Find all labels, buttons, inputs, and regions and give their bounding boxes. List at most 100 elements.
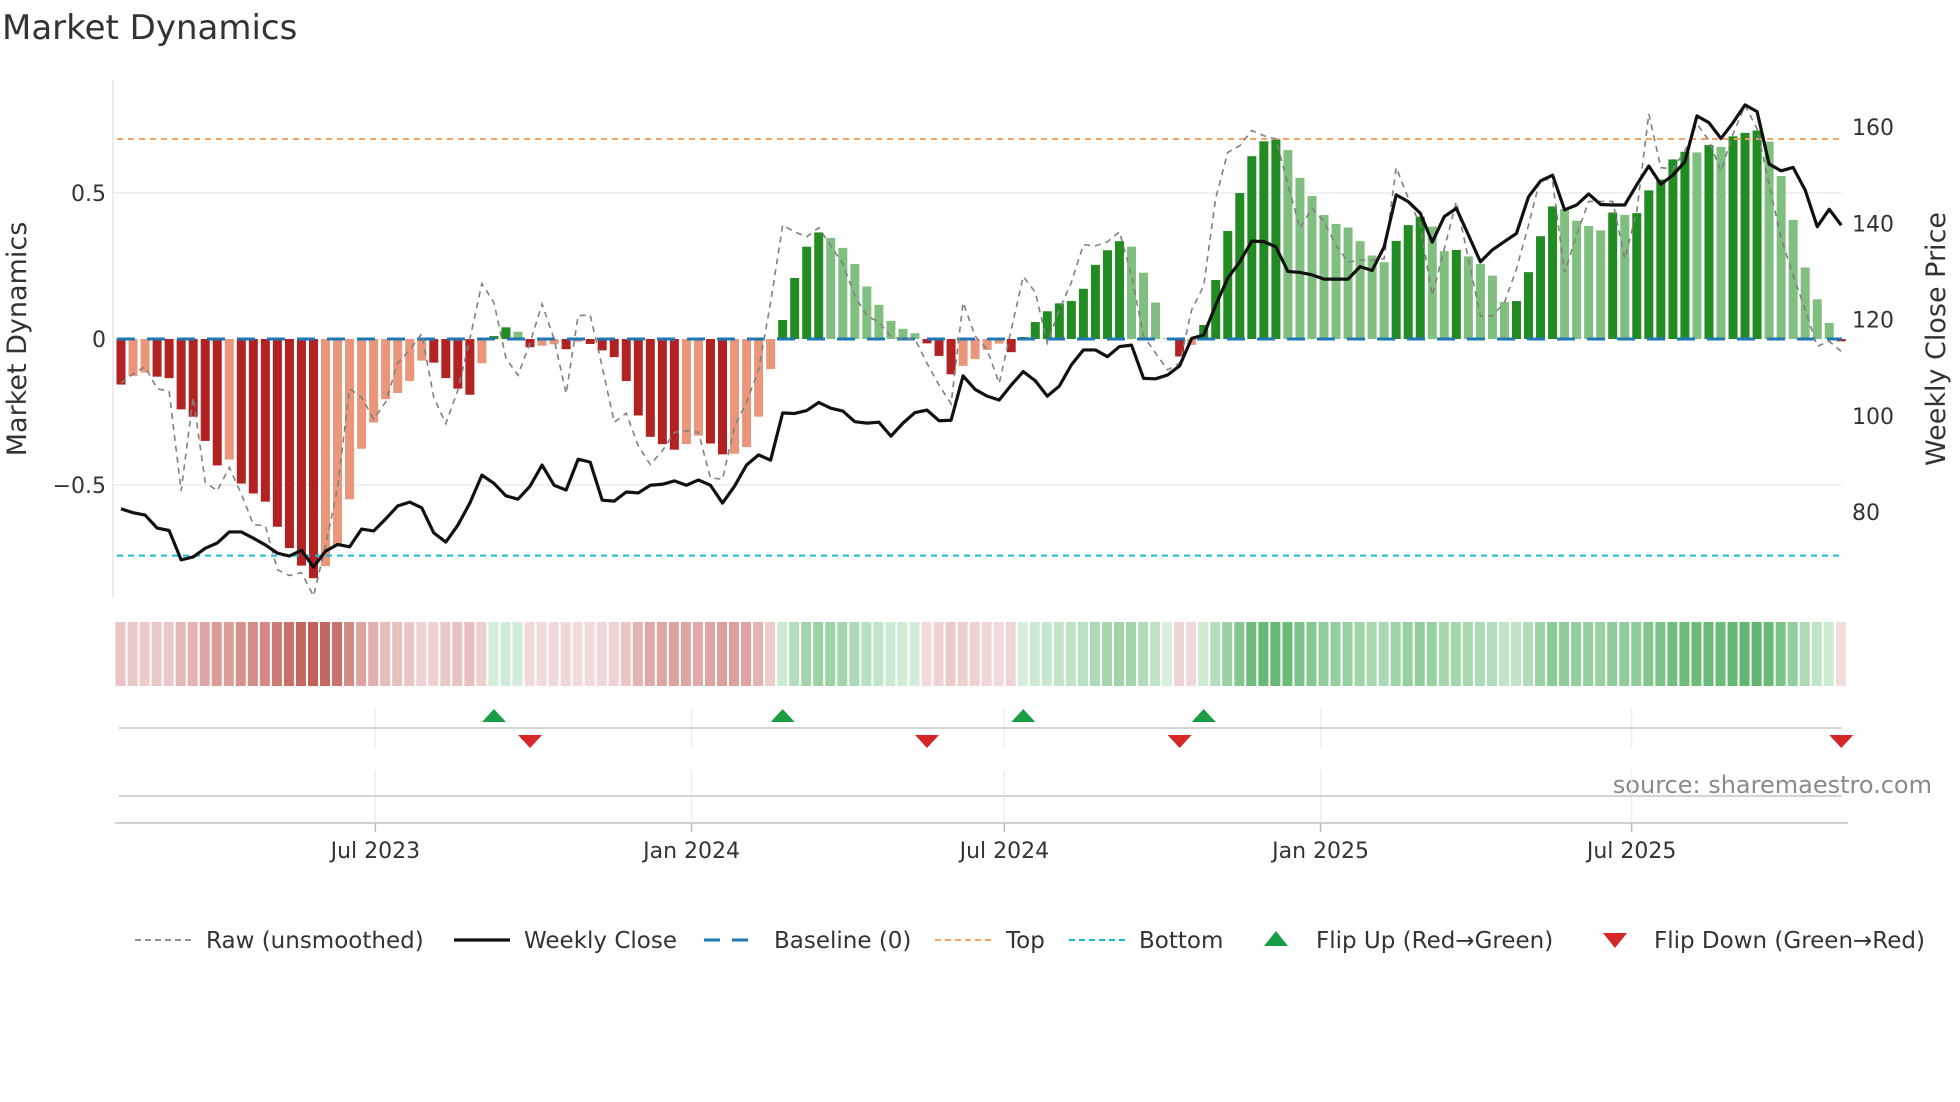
dynamics-bar bbox=[1391, 240, 1401, 339]
x-tick-label: Jan 2025 bbox=[1270, 839, 1369, 864]
strip-cell bbox=[969, 622, 980, 686]
dynamics-bar bbox=[898, 328, 908, 339]
dynamics-bar bbox=[1463, 256, 1473, 339]
legend-label: Bottom bbox=[1139, 928, 1223, 954]
dynamics-bar bbox=[1403, 225, 1413, 339]
dynamics-bar bbox=[946, 339, 956, 375]
dynamics-bar bbox=[308, 339, 318, 579]
strip-cell bbox=[1402, 622, 1413, 686]
y-axis-label: Market Dynamics bbox=[2, 222, 33, 457]
legend-item-top: Top bbox=[935, 928, 1045, 954]
legend-item-close: Weekly Close bbox=[454, 928, 677, 954]
strip-cell bbox=[1787, 622, 1798, 686]
strip-cell bbox=[1775, 622, 1786, 686]
strip-cell bbox=[187, 622, 198, 686]
strip-cell bbox=[1065, 622, 1076, 686]
dynamics-bar bbox=[1139, 272, 1149, 339]
strip-cell bbox=[789, 622, 800, 686]
strip-cell bbox=[1005, 622, 1016, 686]
strip-cell bbox=[247, 622, 258, 686]
dynamics-bar bbox=[609, 339, 619, 358]
strip-cell bbox=[283, 622, 294, 686]
y2-tick-label: 160 bbox=[1852, 116, 1894, 141]
strip-cell bbox=[428, 622, 439, 686]
strip-cell bbox=[1631, 622, 1642, 686]
strip-cell bbox=[560, 622, 571, 686]
dynamics-bar bbox=[1307, 195, 1317, 339]
strip-cell bbox=[235, 622, 246, 686]
y-tick-label: 0 bbox=[92, 328, 106, 353]
market-dynamics-chart: Market Dynamics Market Dynamics Weekly C… bbox=[2, 8, 1952, 954]
strip-cell bbox=[1667, 622, 1678, 686]
dynamics-bar bbox=[826, 237, 836, 339]
strip-cell bbox=[1270, 622, 1281, 686]
strip-cell bbox=[584, 622, 595, 686]
strip-cell bbox=[1715, 622, 1726, 686]
strip-cell bbox=[163, 622, 174, 686]
strip-cell bbox=[933, 622, 944, 686]
strip-cell bbox=[1823, 622, 1834, 686]
strip-cell bbox=[632, 622, 643, 686]
strip-cell bbox=[861, 622, 872, 686]
dynamics-bar bbox=[369, 339, 379, 423]
dynamics-bar bbox=[116, 339, 126, 385]
dynamics-bar bbox=[1560, 209, 1570, 339]
strip-cell bbox=[1089, 622, 1100, 686]
strip-cell bbox=[452, 622, 463, 686]
dynamics-bar bbox=[681, 339, 691, 445]
dynamics-bar bbox=[693, 339, 703, 436]
flip-down-icon bbox=[1603, 933, 1627, 948]
strip-cell bbox=[512, 622, 523, 686]
strip-cell bbox=[440, 622, 451, 686]
strip-cell bbox=[753, 622, 764, 686]
dynamics-bar bbox=[1716, 146, 1726, 339]
strip-cell bbox=[380, 622, 391, 686]
strip-cell bbox=[151, 622, 162, 686]
strip-cell bbox=[1246, 622, 1257, 686]
dynamics-bar bbox=[1704, 145, 1714, 339]
strip-cell bbox=[1390, 622, 1401, 686]
dynamics-bar bbox=[958, 339, 968, 366]
strip-cell bbox=[1607, 622, 1618, 686]
strip-cell bbox=[1547, 622, 1558, 686]
strip-cell bbox=[885, 622, 896, 686]
strip-cell bbox=[608, 622, 619, 686]
strip-cell bbox=[199, 622, 210, 686]
dynamics-bar bbox=[730, 339, 740, 454]
dynamics-bar bbox=[477, 339, 487, 364]
legend-label: Flip Up (Red→Green) bbox=[1316, 928, 1553, 954]
strip-cell bbox=[849, 622, 860, 686]
dynamics-bar bbox=[1066, 301, 1076, 339]
legend-label: Weekly Close bbox=[524, 928, 677, 954]
strip-cell bbox=[620, 622, 631, 686]
dynamics-bar bbox=[718, 339, 727, 455]
strip-cell bbox=[1739, 622, 1750, 686]
legend-label: Raw (unsmoothed) bbox=[206, 928, 424, 954]
dynamics-bar bbox=[1692, 152, 1702, 339]
dynamics-bar bbox=[1536, 236, 1546, 339]
strip-cell bbox=[1727, 622, 1738, 686]
strip-cell bbox=[1426, 622, 1437, 686]
strip-cell bbox=[368, 622, 379, 686]
dynamics-bar bbox=[874, 304, 884, 339]
dynamics-bar bbox=[212, 339, 222, 466]
dynamics-bar bbox=[1439, 251, 1449, 339]
y-tick-label: −0.5 bbox=[53, 474, 106, 499]
y2-tick-label: 120 bbox=[1852, 309, 1894, 334]
dynamics-bar bbox=[1776, 176, 1786, 339]
strip-cell bbox=[1691, 622, 1702, 686]
dynamics-bar bbox=[970, 339, 980, 360]
dynamics-bar bbox=[1572, 220, 1582, 339]
strip-cell bbox=[1113, 622, 1124, 686]
strip-cell bbox=[1835, 622, 1846, 686]
dynamics-bar bbox=[272, 339, 282, 527]
dynamics-bar bbox=[284, 339, 294, 549]
strip-cell bbox=[259, 622, 270, 686]
legend-label: Baseline (0) bbox=[774, 928, 911, 954]
dynamics-bar bbox=[1596, 230, 1606, 339]
strip-cell bbox=[223, 622, 234, 686]
strip-cell bbox=[1029, 622, 1040, 686]
dynamics-bar bbox=[1668, 159, 1678, 339]
strip-cell bbox=[1679, 622, 1690, 686]
strip-cell bbox=[1655, 622, 1666, 686]
